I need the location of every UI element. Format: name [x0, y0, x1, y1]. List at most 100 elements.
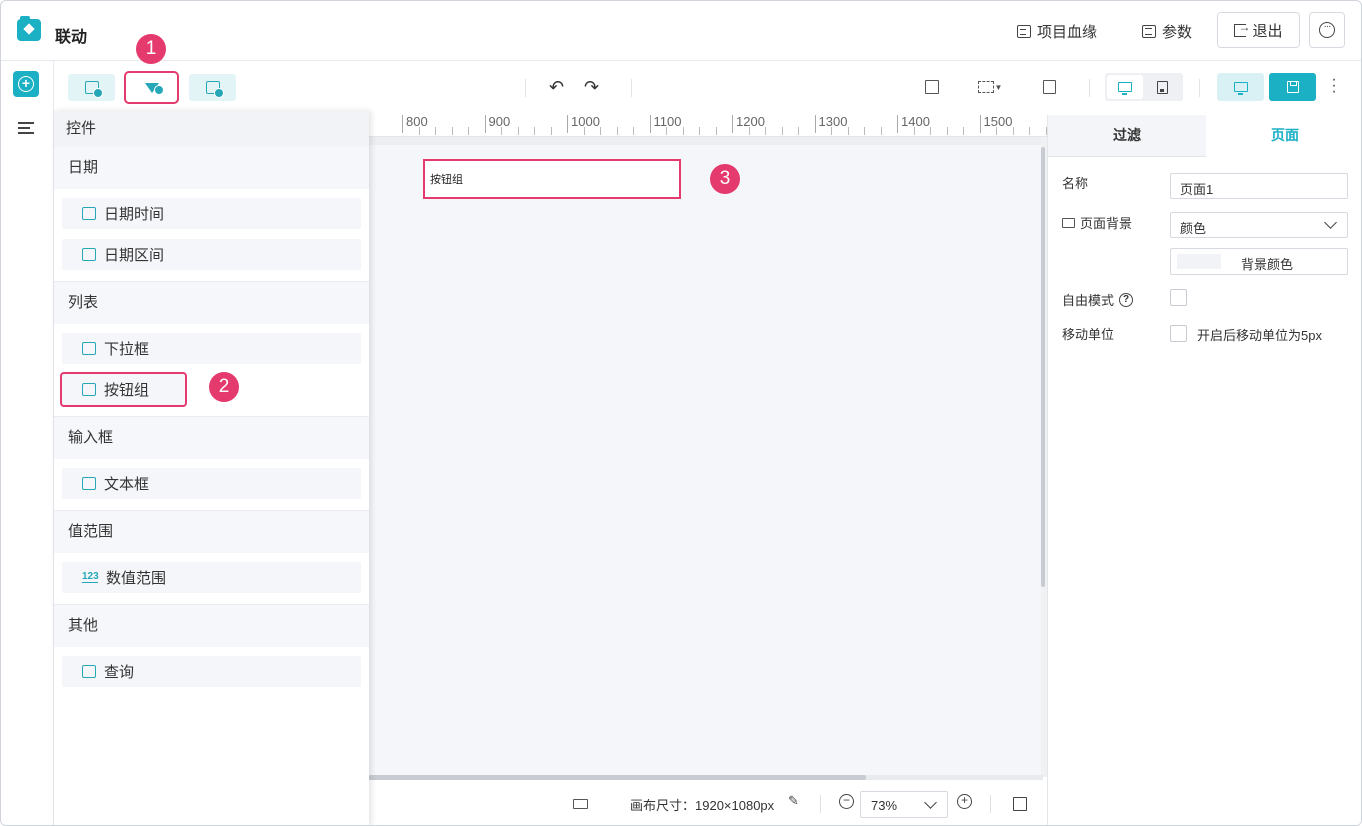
component-button-group[interactable]: 按钮组	[60, 372, 187, 407]
desktop-view-button[interactable]	[1107, 75, 1143, 99]
plus-circle-icon: +	[18, 76, 34, 92]
dropdown-icon	[82, 342, 96, 355]
cursor-select-icon	[925, 80, 939, 94]
layer-settings-button[interactable]	[1040, 78, 1058, 96]
component-date-time[interactable]: 日期时间	[62, 198, 361, 229]
category-input: 输入框	[54, 417, 369, 459]
ruler-tick-label: 800	[402, 115, 428, 133]
exit-label: 退出	[1252, 22, 1283, 40]
category-list: 列表	[54, 282, 369, 324]
ruler-minor-tick	[666, 127, 667, 135]
category-date: 日期	[54, 147, 369, 189]
ruler-minor-tick	[748, 127, 750, 135]
project-lineage-button[interactable]: 项目血缘	[1017, 20, 1097, 42]
move-unit-label: 移动单位	[1062, 327, 1115, 342]
textbox-icon	[82, 477, 96, 490]
component-label: 下拉框	[104, 341, 150, 358]
annotation-badge-3: 3	[710, 164, 740, 194]
preview-icon	[1233, 82, 1248, 95]
annotation-badge-1: 1	[136, 34, 166, 64]
zoom-select[interactable]: 73%	[860, 791, 948, 818]
button-group-widget[interactable]: 按钮组	[423, 159, 681, 199]
undo-button[interactable]: ↶	[549, 77, 564, 97]
desktop-icon	[1118, 82, 1132, 95]
ruler-minor-tick	[996, 127, 997, 135]
ruler-minor-tick	[682, 127, 684, 135]
add-filter-button[interactable]	[124, 71, 179, 104]
toolbar-divider	[631, 79, 632, 97]
tab-filter[interactable]: 过滤	[1048, 115, 1206, 157]
ruler-minor-tick	[435, 127, 436, 135]
component-textbox[interactable]: 文本框	[62, 468, 361, 499]
background-type-select[interactable]: 颜色	[1170, 212, 1348, 238]
ruler-minor-tick	[946, 127, 948, 135]
add-component-button[interactable]: +	[13, 71, 39, 97]
canvas-size-text: 画布尺寸：1920×1080px	[630, 798, 775, 813]
save-button[interactable]	[1269, 73, 1316, 101]
chevron-down-icon	[924, 796, 937, 809]
ruler-minor-tick	[1012, 127, 1014, 135]
ruler-minor-tick	[600, 127, 601, 135]
ruler-minor-tick	[451, 127, 453, 135]
app-window: 联动 项目血缘 参数 退出 ··· +	[0, 0, 1362, 826]
ruler-minor-tick	[633, 127, 634, 135]
ruler-minor-tick	[798, 127, 799, 135]
component-panel: 控件 日期 日期时间 日期区间 列表 下拉框 按钮组 输入框 文本框 值范围 1…	[54, 111, 369, 825]
fit-screen-icon[interactable]	[1013, 797, 1027, 811]
add-table-button[interactable]	[189, 74, 236, 101]
component-dropdown[interactable]: 下拉框	[62, 333, 361, 364]
component-panel-title: 控件	[54, 111, 369, 147]
help-icon[interactable]: ?	[1119, 292, 1134, 307]
ruler-minor-tick	[699, 127, 700, 135]
keyboard-shortcuts-icon[interactable]	[573, 799, 588, 809]
background-color-button[interactable]: 背景颜色	[1170, 248, 1348, 275]
mobile-view-button[interactable]	[1144, 75, 1180, 99]
preview-button[interactable]	[1217, 73, 1264, 101]
button-group-icon	[82, 383, 96, 396]
tab-page[interactable]: 页面	[1206, 115, 1361, 157]
outline-list-button[interactable]	[18, 122, 34, 134]
component-query[interactable]: 查询	[62, 656, 361, 687]
number-range-icon: 123	[82, 571, 99, 583]
left-rail: +	[1, 61, 54, 825]
select-tool-button[interactable]	[923, 78, 941, 96]
ruler-minor-tick	[517, 127, 519, 135]
ruler-minor-tick	[765, 127, 766, 135]
ruler-minor-tick	[550, 127, 552, 135]
add-table-icon	[205, 81, 224, 98]
monitor-icon	[1062, 217, 1075, 228]
zoom-value: 73%	[871, 798, 898, 813]
more-options-button[interactable]: ···	[1309, 12, 1345, 48]
component-date-range[interactable]: 日期区间	[62, 239, 361, 270]
ruler-minor-tick	[864, 127, 865, 135]
params-button[interactable]: 参数	[1142, 20, 1192, 42]
move-unit-checkbox[interactable]	[1170, 325, 1187, 342]
page-background-label: 页面背景	[1062, 213, 1132, 232]
exit-button[interactable]: 退出	[1217, 12, 1300, 48]
add-chart-button[interactable]	[68, 74, 115, 101]
ruler-minor-tick	[418, 127, 420, 135]
component-label: 文本框	[104, 476, 150, 493]
toolbar-more-button[interactable]: · · ·	[1330, 72, 1338, 100]
ruler-minor-tick	[880, 127, 882, 135]
properties-tabs: 过滤 页面	[1048, 115, 1361, 157]
free-mode-checkbox[interactable]	[1170, 289, 1187, 306]
redo-button[interactable]: ↷	[584, 77, 599, 97]
calendar-range-icon	[82, 248, 96, 261]
category-other: 其他	[54, 605, 369, 647]
chevron-down-icon: ▼	[994, 82, 1003, 92]
component-number-range[interactable]: 123 数值范围	[62, 562, 361, 593]
page-name-input[interactable]: 页面1	[1170, 173, 1348, 199]
lineage-icon	[1017, 24, 1031, 38]
align-menu-button[interactable]: ▼	[977, 78, 1003, 96]
name-label: 名称	[1062, 176, 1089, 191]
more-icon: ···	[1319, 22, 1335, 38]
ruler-minor-tick	[583, 127, 585, 135]
layer-settings-icon	[1042, 80, 1056, 94]
component-label: 按钮组	[104, 382, 150, 399]
component-label: 数值范围	[106, 570, 167, 587]
color-swatch	[1177, 254, 1221, 269]
edit-size-icon[interactable]: ✎	[788, 793, 799, 809]
zoom-in-icon[interactable]: +	[957, 794, 972, 809]
zoom-out-icon[interactable]: −	[839, 794, 854, 809]
